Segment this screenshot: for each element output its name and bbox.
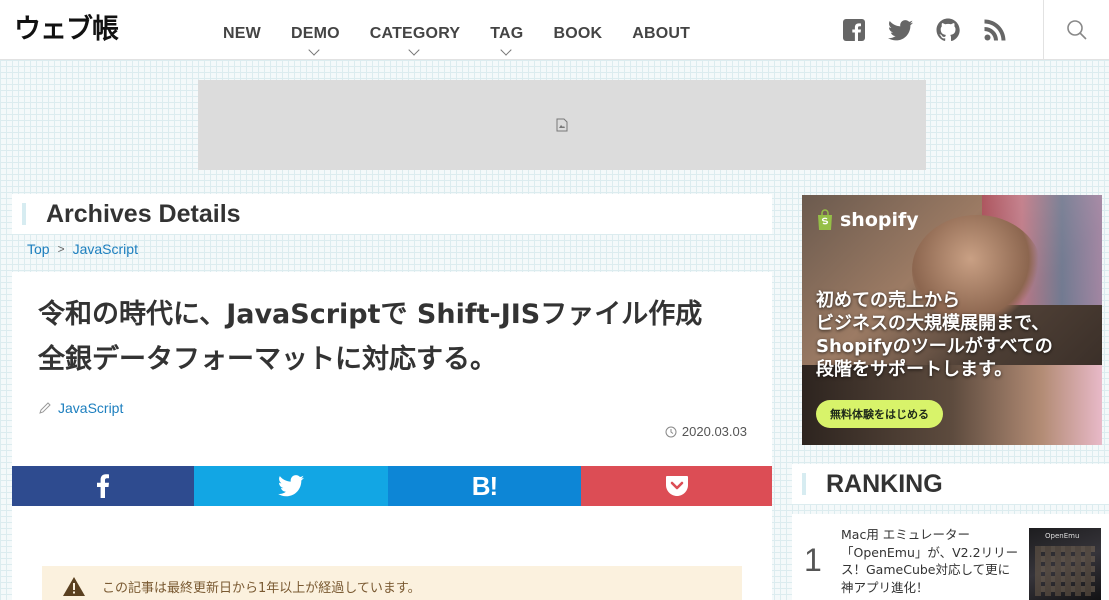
nav-new-label: NEW bbox=[223, 25, 261, 42]
pocket-icon bbox=[665, 476, 688, 496]
share-facebook-button[interactable] bbox=[12, 466, 194, 506]
search-icon bbox=[1066, 20, 1087, 40]
nav-about[interactable]: ABOUT bbox=[617, 0, 705, 60]
shopify-ad-copy: 初めての売上から ビジネスの大規模展開まで、 Shopifyのツールがすべての … bbox=[816, 289, 1096, 381]
ad-copy-line: ビジネスの大規模展開まで、 bbox=[816, 313, 1050, 334]
shopify-brand: shopify bbox=[840, 209, 919, 231]
nav-about-label: ABOUT bbox=[632, 25, 691, 42]
archive-title: Archives Details bbox=[46, 199, 241, 228]
share-bar: B! bbox=[12, 466, 772, 506]
ranking-title: RANKING bbox=[826, 469, 943, 498]
article-category-label: JavaScript bbox=[58, 400, 124, 416]
clock-icon bbox=[665, 426, 677, 437]
ranking-header: RANKING bbox=[792, 464, 1109, 504]
thumbnail-grid bbox=[1035, 546, 1095, 596]
share-hatena-button[interactable]: B! bbox=[388, 466, 581, 506]
article-card: 令和の時代に、JavaScriptで Shift-JISファイル作成 全銀データ… bbox=[12, 272, 772, 466]
nav-category[interactable]: CATEGORY bbox=[355, 0, 476, 60]
chevron-down-icon bbox=[500, 44, 512, 56]
nav-book[interactable]: BOOK bbox=[538, 0, 617, 60]
outdated-notice: この記事は最終更新日から1年以上が経過しています。 bbox=[42, 566, 742, 600]
thumbnail-label: OpenEmu bbox=[1045, 532, 1080, 540]
search-button[interactable] bbox=[1043, 0, 1109, 60]
broken-image-icon bbox=[556, 118, 568, 132]
breadcrumb-separator: > bbox=[57, 242, 65, 256]
share-pocket-button[interactable] bbox=[581, 466, 772, 506]
ad-copy-line: Shopifyのツールがすべての bbox=[816, 336, 1053, 357]
nav-tag-label: TAG bbox=[490, 25, 524, 42]
ad-copy-line: 段階をサポートします。 bbox=[816, 359, 1013, 380]
facebook-icon[interactable] bbox=[830, 14, 877, 46]
ranking-item-title: Mac用 エミュレーター「OpenEmu」が、V2.2リリース！GameCube… bbox=[841, 527, 1019, 595]
nav-demo[interactable]: DEMO bbox=[276, 0, 355, 60]
hatena-bookmark-icon: B! bbox=[471, 470, 498, 501]
main-nav: NEW DEMO CATEGORY TAG BOOK ABOUT bbox=[208, 0, 705, 60]
nav-category-label: CATEGORY bbox=[369, 25, 461, 42]
chevron-down-icon bbox=[408, 44, 420, 56]
article-title: 令和の時代に、JavaScriptで Shift-JISファイル作成 全銀データ… bbox=[38, 299, 703, 375]
ranking-item[interactable]: 1 Mac用 エミュレーター「OpenEmu」が、V2.2リリース！GameCu… bbox=[792, 514, 1109, 600]
shopify-bag-icon bbox=[818, 209, 832, 230]
breadcrumb-top[interactable]: Top bbox=[27, 241, 50, 257]
heading-accent-bar bbox=[802, 473, 806, 495]
breadcrumb-javascript[interactable]: JavaScript bbox=[73, 241, 138, 257]
chevron-down-icon bbox=[308, 44, 321, 56]
nav-demo-label: DEMO bbox=[290, 25, 340, 42]
nav-book-label: BOOK bbox=[553, 25, 603, 42]
twitter-icon[interactable] bbox=[877, 14, 924, 46]
site-logo[interactable]: ウェブ帳 bbox=[14, 12, 119, 48]
notice-text: この記事は最終更新日から1年以上が経過しています。 bbox=[102, 580, 421, 596]
article-body: この記事は最終更新日から1年以上が経過しています。 bbox=[12, 506, 772, 600]
rss-icon[interactable] bbox=[971, 14, 1018, 46]
facebook-f-icon bbox=[97, 474, 109, 498]
ranking-number: 1 bbox=[804, 542, 822, 578]
shopify-cta-button[interactable]: 無料体験をはじめる bbox=[816, 400, 943, 428]
heading-accent-bar bbox=[22, 203, 26, 225]
shopify-ad[interactable]: shopify 初めての売上から ビジネスの大規模展開まで、 Shopifyのツ… bbox=[802, 195, 1102, 445]
ad-copy-line: 初めての売上から bbox=[816, 290, 960, 311]
article-date: 2020.03.03 bbox=[665, 424, 747, 439]
shopify-logo: shopify bbox=[816, 209, 919, 231]
social-links bbox=[830, 14, 1018, 46]
nav-tag[interactable]: TAG bbox=[475, 0, 538, 60]
site-header: ウェブ帳 NEW DEMO CATEGORY TAG BOOK ABOUT bbox=[0, 0, 1109, 60]
nav-new[interactable]: NEW bbox=[208, 0, 276, 60]
article-category[interactable]: JavaScript bbox=[38, 400, 123, 416]
share-twitter-button[interactable] bbox=[194, 466, 388, 506]
ranking-thumbnail: OpenEmu bbox=[1029, 528, 1101, 600]
ad-banner[interactable] bbox=[198, 80, 926, 170]
twitter-icon bbox=[278, 475, 304, 497]
article-date-text: 2020.03.03 bbox=[681, 424, 747, 439]
warning-icon bbox=[63, 576, 85, 596]
archive-header: Archives Details bbox=[12, 194, 772, 234]
pencil-icon bbox=[39, 402, 51, 414]
breadcrumb: Top > JavaScript bbox=[27, 241, 138, 257]
github-icon[interactable] bbox=[924, 14, 971, 46]
